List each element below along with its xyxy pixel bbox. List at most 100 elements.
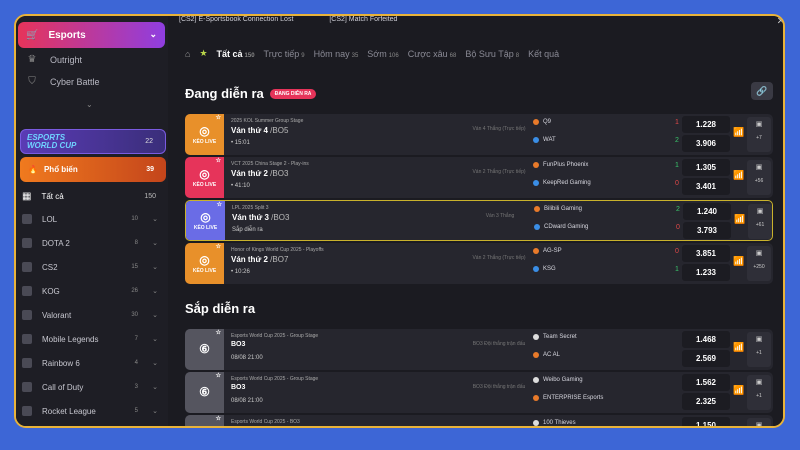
more-markets-button[interactable]: ▣ +61 [748, 204, 772, 239]
tab-item[interactable]: Kết quả [528, 49, 561, 59]
tab-label: Cược xâu [407, 48, 448, 59]
stats-icon[interactable]: 📶 [733, 385, 744, 399]
favorite-star-icon[interactable]: ☆ [216, 373, 221, 379]
sidebar-esports-header[interactable]: 🛒 Esports ⌄ [18, 22, 165, 48]
odds-button[interactable]: 2.325 [682, 393, 730, 410]
sidebar-item-cyber-battle[interactable]: ⛉ Cyber Battle [26, 76, 100, 88]
game-label: Rainbow 6 [42, 358, 80, 368]
sidebar-item-all[interactable]: ▦ Tất cả 150 [22, 191, 162, 202]
odds-button[interactable]: 3.793 [683, 222, 731, 239]
sidebar-item-game[interactable]: CS2 15 ⌄ [22, 260, 162, 274]
favorite-star-icon[interactable]: ☆ [216, 330, 221, 336]
team-name: FunPlus Phoenix [543, 162, 589, 168]
sidebar-item-game[interactable]: Rocket League 5 ⌄ [22, 404, 162, 418]
favorite-star-icon[interactable]: ☆ [217, 202, 222, 208]
sidebar-item-outright[interactable]: ♛ Outright [26, 54, 83, 66]
odds-button[interactable]: 3.906 [682, 135, 730, 152]
stats-icon[interactable]: 📶 [733, 127, 744, 141]
expand-chevron-icon[interactable]: ⌄ [86, 100, 93, 109]
stats-icon[interactable]: 📶 [733, 342, 744, 356]
team-name: KSG [543, 266, 556, 272]
odds-button[interactable]: 1.233 [682, 264, 730, 281]
close-icon[interactable]: ✕ [777, 16, 783, 27]
favorite-star-icon[interactable]: ☆ [216, 158, 221, 164]
match-meta: BO3 Đội thắng trận đấu [472, 384, 526, 390]
tab-item[interactable]: Trực tiếp 9 [264, 49, 305, 59]
live-match-card[interactable]: ☆ ◎ KÈO LIVE VCT 2025 China Stage 2 - Pl… [185, 157, 773, 198]
upcoming-match-card[interactable]: ☆ ⑥ Esports World Cup 2025 - Group Stage… [185, 329, 773, 370]
stats-icon[interactable]: 📶 [733, 170, 744, 184]
game-count: 30 [131, 312, 138, 318]
odds-button[interactable]: 3.851 [682, 245, 730, 262]
odds-button[interactable]: 1.228 [682, 116, 730, 133]
tab-item[interactable]: Hôm nay 35 [314, 49, 359, 59]
odds-button[interactable]: 1.240 [683, 203, 731, 220]
sidebar-item-popular[interactable]: 🔥 Phổ biến 39 [20, 157, 166, 182]
team-name: ENTERPRISE Esports [543, 395, 604, 401]
league-name: Honor of Kings World Cup 2025 - Playoffs [231, 247, 324, 253]
game-count: 4 [134, 360, 138, 366]
team-name: Q9 [543, 119, 552, 125]
game-count: 5 [134, 408, 138, 414]
odds-button[interactable]: 3.401 [682, 178, 730, 195]
tab-bar: ⌂ ★ Tất cả 150 Trực tiếp 9 Hôm nay 35 Sớm 106 Cư… [185, 48, 561, 59]
sidebar-item-game[interactable]: Call of Duty 3 ⌄ [22, 380, 162, 394]
match-meta: BO3 Đội thắng trận đấu [472, 341, 526, 347]
live-match-card[interactable]: ☆ ◎ KÈO LIVE 2025 KOL Summer Group Stage… [185, 114, 773, 155]
star-icon[interactable]: ★ [199, 48, 207, 59]
match-meta: Ván 2 Thắng (Trực tiếp) [472, 255, 526, 261]
more-markets-button[interactable]: ▣ +56 [747, 160, 771, 195]
more-markets-button[interactable]: ▣ +7 [747, 117, 771, 152]
link-button[interactable]: 🔗 [751, 82, 773, 100]
game-badge: ☆ ◎ KÈO LIVE [185, 157, 224, 198]
game-label: LOL [42, 214, 58, 224]
stats-icon[interactable]: 📶 [734, 214, 745, 228]
favorite-star-icon[interactable]: ☆ [216, 416, 221, 422]
odds-button[interactable]: 1.150 [682, 417, 730, 426]
odds-button[interactable]: 1.562 [682, 374, 730, 391]
favorite-star-icon[interactable]: ☆ [216, 115, 221, 121]
ewc-logo-line2: WORLD CUP [27, 140, 77, 150]
home-icon[interactable]: ⌂ [185, 49, 190, 59]
team-name: KeepRed Gaming [543, 180, 591, 186]
more-markets-button[interactable]: ▣ +1 [747, 332, 771, 367]
league-name: Esports World Cup 2025 - Group Stage [231, 376, 319, 382]
live-match-card[interactable]: ☆ ◎ KÈO LIVE Honor of Kings World Cup 20… [185, 243, 773, 284]
game-count: 7 [134, 336, 138, 342]
odds-button[interactable]: 1.305 [682, 159, 730, 176]
chevron-down-icon: ⌄ [149, 29, 157, 39]
stats-icon[interactable]: 📶 [733, 256, 744, 270]
sidebar-item-game[interactable]: Valorant 30 ⌄ [22, 308, 162, 322]
tab-item[interactable]: Tất cả 150 [217, 49, 255, 59]
tab-item[interactable]: Bộ Sưu Tập 8 [465, 49, 519, 59]
sidebar-item-label: Cyber Battle [50, 77, 100, 87]
more-markets-button[interactable]: ▣ [747, 418, 771, 426]
sidebar-item-game[interactable]: Mobile Legends 7 ⌄ [22, 332, 162, 346]
league-name: 2025 KOL Summer Group Stage [231, 118, 304, 124]
upcoming-match-card[interactable]: ☆ ⑥ Esports World Cup 2025 - BO3 100 Thi… [185, 415, 773, 426]
favorite-star-icon[interactable]: ☆ [216, 244, 221, 250]
rainbow6-icon: ⑥ [199, 341, 210, 356]
sidebar-item-game[interactable]: KOG 26 ⌄ [22, 284, 162, 298]
tab-item[interactable]: Sớm 106 [367, 49, 398, 59]
more-markets-count: +1 [756, 393, 762, 399]
sidebar-item-game[interactable]: LOL 10 ⌄ [22, 212, 162, 226]
odds-button[interactable]: 1.468 [682, 331, 730, 348]
live-match-card[interactable]: ☆ ◎ KÈO LIVE LPL 2025 Split 3 Ván thứ 3 … [185, 200, 773, 241]
team-name: WAT [543, 137, 556, 143]
sidebar-item-game[interactable]: Rainbow 6 4 ⌄ [22, 356, 162, 370]
team-name: Bilibili Gaming [544, 206, 583, 212]
more-markets-button[interactable]: ▣ +1 [747, 375, 771, 410]
sidebar-item-game[interactable]: DOTA 2 8 ⌄ [22, 236, 162, 250]
tv-icon: ▣ [755, 336, 763, 343]
shield-icon: ⛉ [28, 76, 36, 87]
more-markets-button[interactable]: ▣ +250 [747, 246, 771, 281]
tab-item[interactable]: Cược xâu 68 [408, 49, 457, 59]
odds-button[interactable]: 2.569 [682, 350, 730, 367]
live-section-title: Đang diễn ra ĐANG DIỄN RA [185, 86, 317, 101]
upcoming-match-card[interactable]: ☆ ⑥ Esports World Cup 2025 - Group Stage… [185, 372, 773, 413]
match-round: Ván thứ 3 /BO3 [232, 213, 289, 222]
chevron-down-icon: ⌄ [152, 264, 158, 271]
sidebar: 🛒 Esports ⌄ ♛ Outright ⛉ Cyber Battle ⌄ … [16, 16, 168, 426]
sidebar-item-esports-world-cup[interactable]: ESPORTS WORLD CUP 22 [20, 129, 166, 154]
